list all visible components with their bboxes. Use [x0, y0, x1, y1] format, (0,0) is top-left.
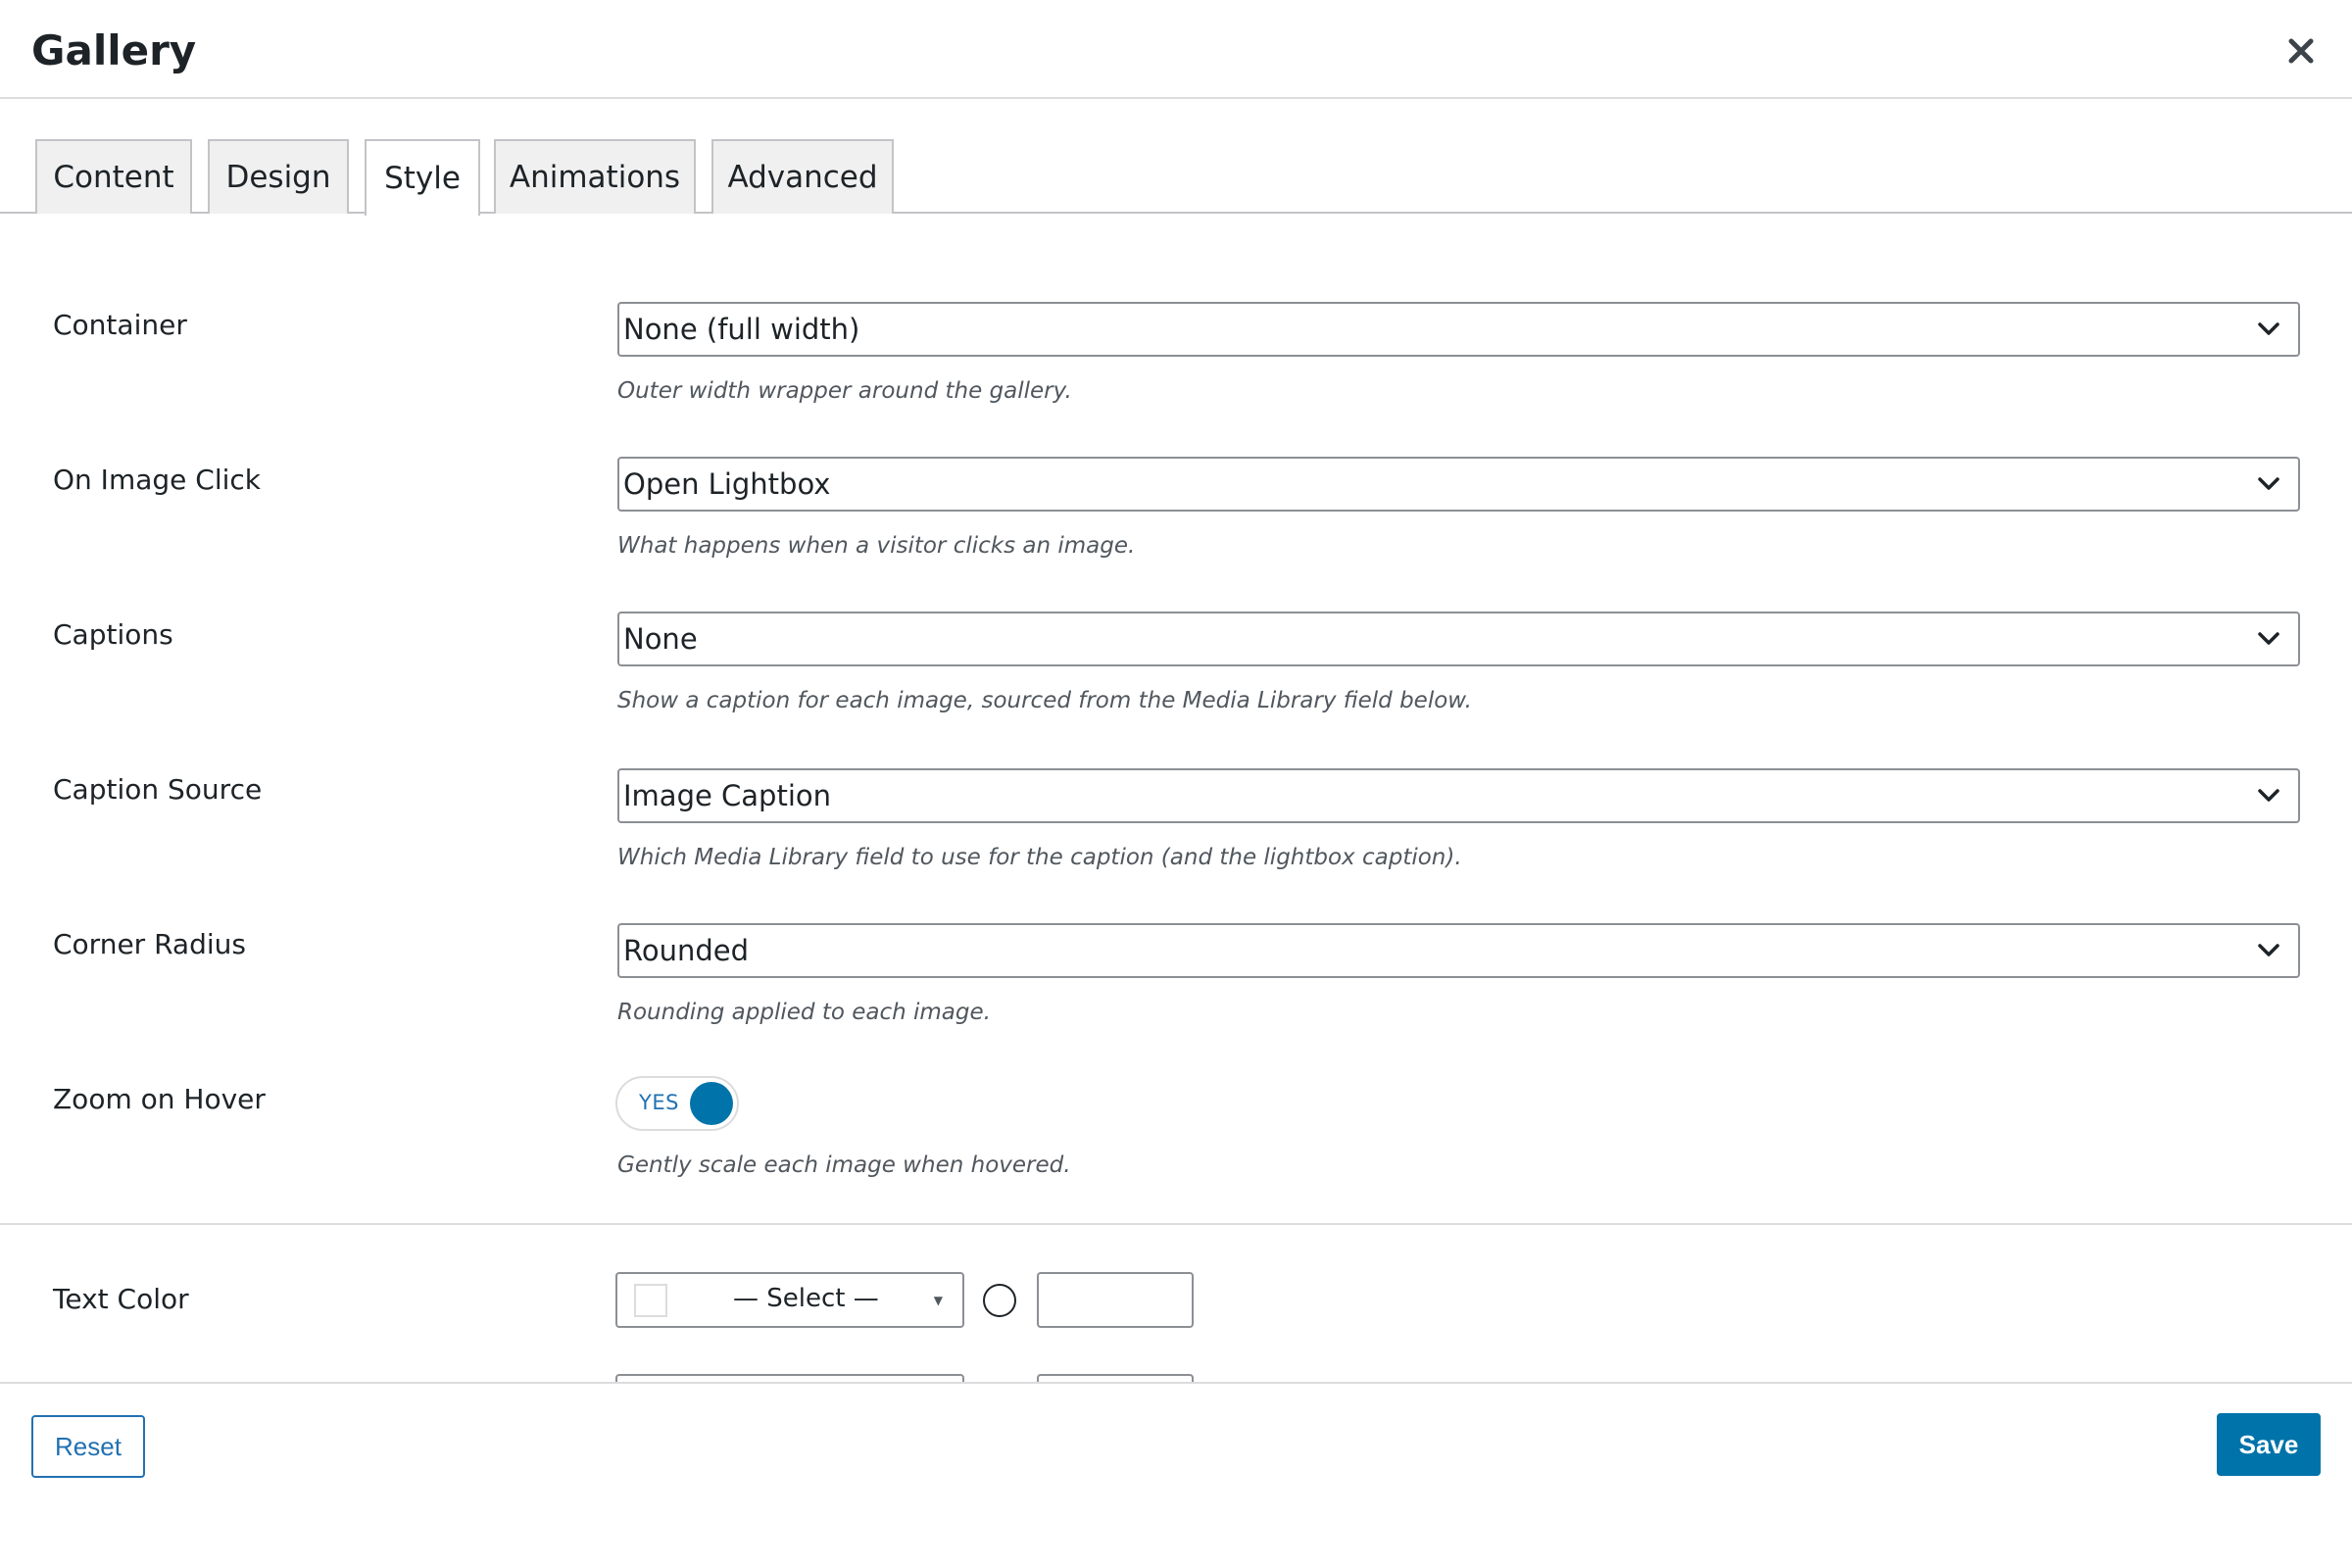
container-select-value: None (full width) — [623, 313, 860, 346]
on-image-click-select[interactable]: Open Lightbox — [617, 457, 2300, 512]
caption-source-label: Caption Source — [53, 773, 263, 806]
caret-down-icon: ▼ — [933, 1294, 943, 1307]
tab-animations[interactable]: Animations — [494, 139, 696, 214]
corner-radius-select[interactable]: Rounded — [617, 923, 2300, 978]
save-button[interactable]: Save — [2217, 1413, 2321, 1476]
caption-source-help: Which Media Library field to use for the… — [617, 845, 1462, 870]
gallery-dialog: Gallery Content Design Style Animations … — [0, 0, 2352, 1568]
chevron-down-icon — [2258, 477, 2279, 490]
toggle-state-label: YES — [639, 1091, 679, 1114]
zoom-on-hover-label: Zoom on Hover — [53, 1083, 266, 1115]
chevron-down-icon — [2258, 632, 2279, 645]
captions-select-value: None — [623, 622, 698, 656]
on-image-click-select-value: Open Lightbox — [623, 467, 831, 501]
corner-radius-select-value: Rounded — [623, 934, 750, 967]
container-help: Outer width wrapper around the gallery. — [617, 378, 1072, 404]
zoom-on-hover-toggle[interactable]: YES — [615, 1076, 739, 1131]
tab-design[interactable]: Design — [208, 139, 349, 214]
corner-radius-help: Rounding applied to each image. — [617, 1000, 991, 1025]
color-swatch — [634, 1284, 667, 1317]
section-divider — [0, 1223, 2352, 1225]
settings-panel: Container None (full width) Outer width … — [0, 216, 2352, 1382]
captions-help: Show a caption for each image, sourced f… — [617, 688, 1472, 713]
on-image-click-help: What happens when a visitor clicks an im… — [617, 533, 1136, 559]
close-button[interactable] — [2278, 27, 2325, 74]
caption-source-select[interactable]: Image Caption — [617, 768, 2300, 823]
corner-radius-label: Corner Radius — [53, 928, 246, 960]
dialog-title: Gallery — [31, 26, 197, 74]
text-color-select[interactable]: — Select — ▼ — [615, 1272, 964, 1328]
reset-button[interactable]: Reset — [31, 1415, 145, 1478]
chevron-down-icon — [2258, 944, 2279, 956]
text-color-label: Text Color — [53, 1283, 189, 1315]
caption-source-select-value: Image Caption — [623, 779, 832, 812]
on-image-click-label: On Image Click — [53, 464, 261, 496]
toggle-knob — [690, 1082, 733, 1125]
close-icon — [2288, 38, 2314, 64]
tab-style[interactable]: Style — [365, 139, 480, 216]
chevron-down-icon — [2258, 322, 2279, 335]
captions-label: Captions — [53, 618, 173, 651]
text-color-select-value: — Select — — [733, 1284, 879, 1313]
tab-advanced[interactable]: Advanced — [711, 139, 894, 214]
container-label: Container — [53, 309, 187, 341]
container-select[interactable]: None (full width) — [617, 302, 2300, 357]
chevron-down-icon — [2258, 789, 2279, 802]
dialog-header: Gallery — [0, 0, 2352, 99]
tab-content[interactable]: Content — [35, 139, 192, 214]
zoom-on-hover-help: Gently scale each image when hovered. — [617, 1152, 1071, 1178]
text-color-input[interactable] — [1037, 1272, 1194, 1328]
dialog-footer: Reset Save — [0, 1382, 2352, 1568]
tab-bar: Content Design Style Animations Advanced — [0, 137, 2352, 216]
color-reset-radio[interactable] — [983, 1284, 1016, 1317]
captions-select[interactable]: None — [617, 612, 2300, 666]
